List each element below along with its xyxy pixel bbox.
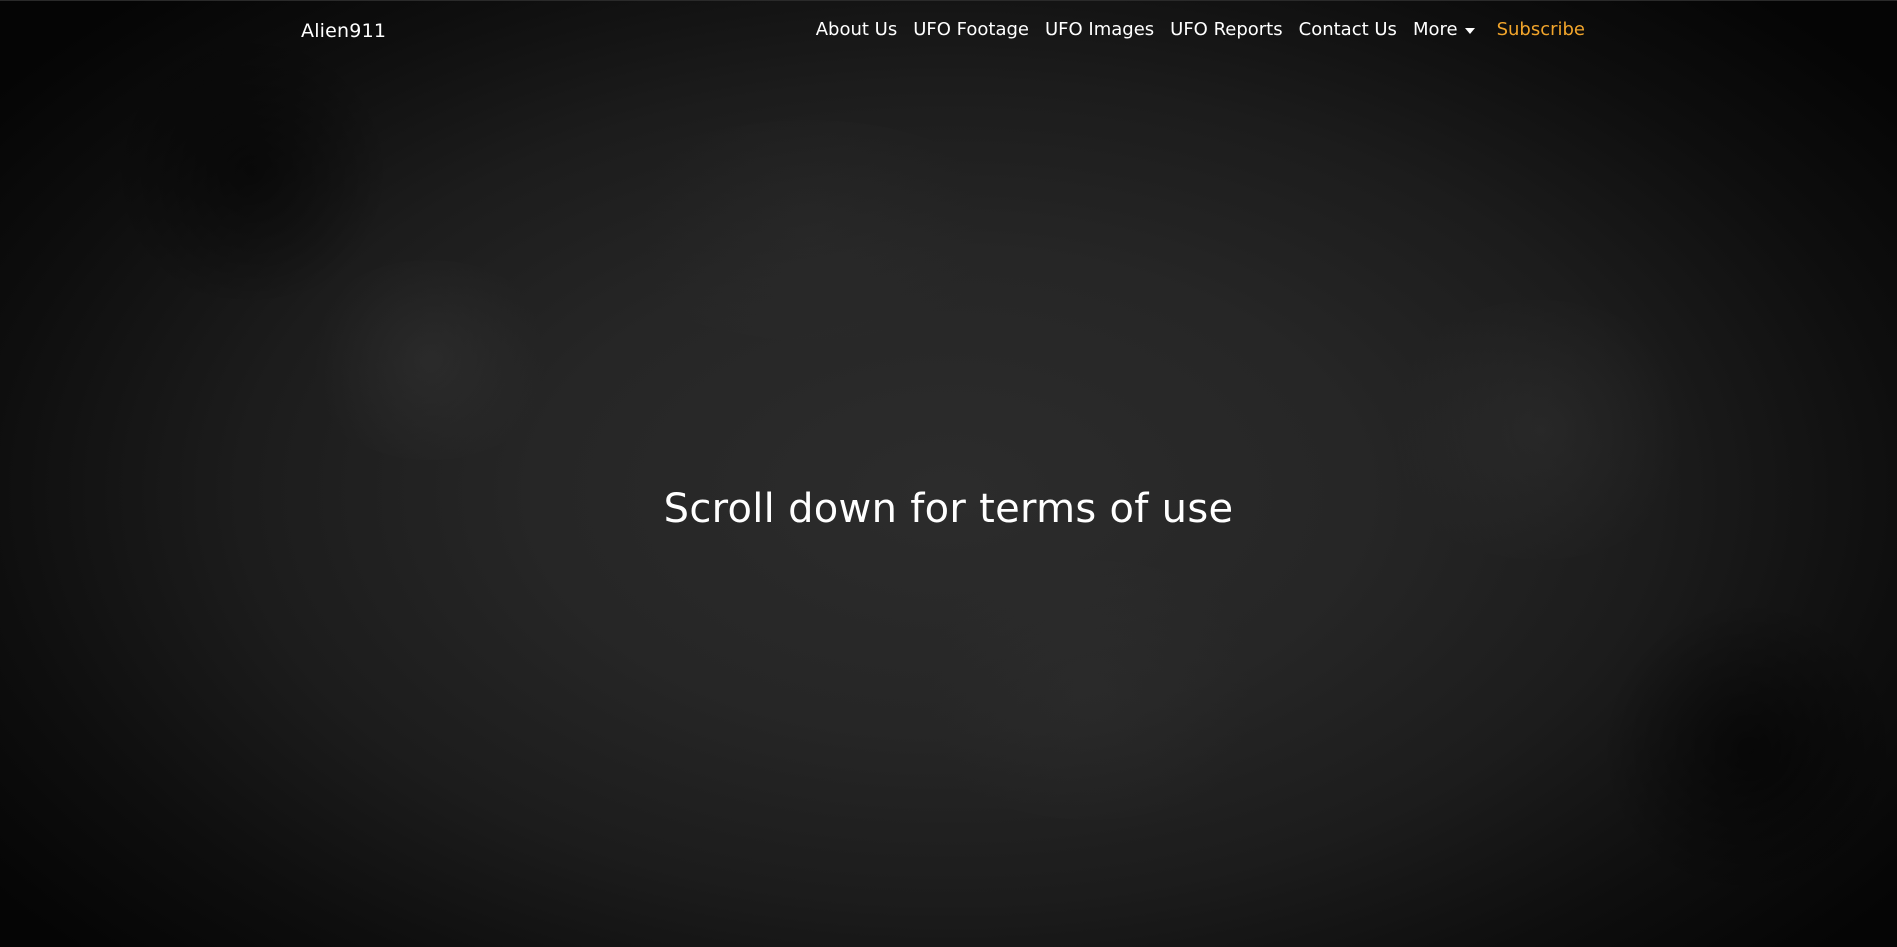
nav-link-ufo-footage[interactable]: UFO Footage [913, 16, 1029, 44]
nav-link-about-us[interactable]: About Us [816, 16, 898, 44]
texture-spot [900, 560, 1280, 820]
nav-links: About Us UFO Footage UFO Images UFO Repo… [816, 16, 1585, 44]
texture-spot [100, 40, 400, 300]
nav-link-ufo-reports[interactable]: UFO Reports [1170, 16, 1282, 44]
texture-spot [300, 260, 560, 460]
texture-spot [600, 120, 1020, 340]
nav-more-dropdown[interactable]: More [1413, 16, 1475, 44]
nav-link-contact-us[interactable]: Contact Us [1299, 16, 1397, 44]
texture-spot [1600, 600, 1897, 900]
nav-link-ufo-images[interactable]: UFO Images [1045, 16, 1154, 44]
nav-more-label: More [1412, 19, 1458, 40]
caret-down-icon [1464, 28, 1475, 34]
top-navbar: Alien911 About Us UFO Footage UFO Images… [0, 0, 1897, 58]
hero-title: Scroll down for terms of use [663, 486, 1234, 532]
hero-background: Scroll down for terms of use [0, 0, 1897, 947]
subscribe-link[interactable]: Subscribe [1497, 16, 1585, 44]
brand-logo-link[interactable]: Alien911 [301, 17, 386, 45]
